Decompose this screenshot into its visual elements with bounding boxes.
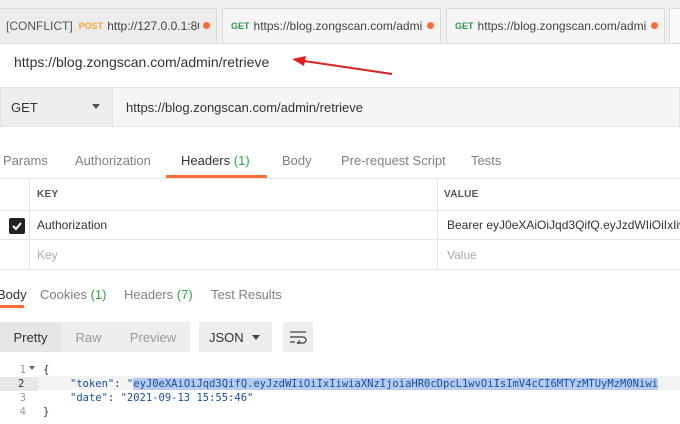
code-line-1: { [43, 364, 50, 376]
line-number-gutter: 1 2 3 4 [0, 362, 38, 424]
json-key-token: "token" [70, 378, 115, 390]
request-tab-4[interactable] [669, 8, 680, 42]
header-key-cell[interactable]: Authorization [37, 211, 107, 239]
tab-method-get: GET [455, 20, 474, 31]
unsaved-dot-icon [427, 22, 434, 29]
unsaved-dot-icon [651, 22, 658, 29]
request-name[interactable]: https://blog.zongscan.com/admin/retrieve [14, 54, 269, 70]
chevron-down-icon [92, 104, 100, 109]
response-tab-cookies-label: Cookies [40, 287, 87, 302]
line-number: 3 [19, 392, 26, 404]
response-tab-body[interactable]: Body [0, 287, 27, 302]
code-line-2: "token": "eyJ0eXAiOiJqd3QifQ.eyJzdWIiOiI… [70, 377, 658, 391]
response-tab-headers[interactable]: Headers (7) [124, 287, 193, 302]
tab-url: http://127.0.0.1:800 [107, 18, 199, 33]
headers-table: KEY VALUE Authorization Bearer eyJ0eXAiO… [0, 178, 680, 270]
request-tabs: Params Authorization Headers (1) Body Pr… [0, 145, 680, 178]
response-tabs: Body Cookies (1) Headers (7) Test Result… [0, 280, 680, 308]
raw-button[interactable]: Raw [61, 322, 116, 352]
method-dropdown-value: GET [11, 99, 38, 115]
wrap-lines-button[interactable] [283, 322, 313, 352]
request-url-input[interactable] [113, 87, 680, 127]
preview-button[interactable]: Preview [116, 322, 190, 352]
tab-method-get: GET [231, 20, 250, 31]
tab-url: https://blog.zongscan.com/admi [253, 18, 423, 33]
tab-method-post: POST [78, 20, 104, 31]
tab-authorization[interactable]: Authorization [75, 153, 151, 168]
response-tab-test-results[interactable]: Test Results [211, 287, 282, 302]
table-row: Authorization Bearer eyJ0eXAiOiJqd3QifQ.… [0, 211, 680, 240]
response-body-viewer[interactable]: 1 2 3 4 { "token": "eyJ0eXAiOiJqd3QifQ.e… [0, 362, 680, 424]
format-dropdown-value: JSON [209, 329, 244, 345]
response-tab-headers-label: Headers [124, 287, 174, 302]
response-tab-cookies-count: (1) [90, 287, 107, 302]
code-line-4: } [43, 406, 50, 418]
request-tab-conflict[interactable]: [CONFLICT] POST http://127.0.0.1:800 [0, 8, 217, 42]
tab-tests[interactable]: Tests [471, 153, 501, 168]
header-value-cell[interactable]: Bearer eyJ0eXAiOiJqd3QifQ.eyJzdWIiOiIxIi… [447, 211, 680, 239]
response-toolbar: Pretty Raw Preview JSON [0, 322, 680, 352]
fold-arrow-icon[interactable] [29, 366, 35, 370]
checkmark-icon [12, 222, 22, 231]
line-number: 2 [0, 377, 38, 391]
annotation-arrow-icon [292, 56, 393, 75]
tab-bar: [CONFLICT] POST http://127.0.0.1:800 GET… [0, 0, 680, 44]
tab-headers-label: Headers [181, 153, 231, 168]
column-value-header: VALUE [444, 189, 479, 200]
pretty-button[interactable]: Pretty [0, 322, 61, 352]
column-key-header: KEY [37, 189, 59, 200]
table-header-row: KEY VALUE [0, 179, 680, 211]
response-tab-headers-count: (7) [176, 287, 193, 302]
url-bar: GET [0, 87, 680, 127]
header-enabled-checkbox[interactable] [9, 218, 25, 234]
tab-params[interactable]: Params [3, 153, 48, 168]
format-dropdown[interactable]: JSON [199, 322, 272, 352]
active-response-tab-indicator [0, 305, 24, 308]
request-tab-3[interactable]: GET https://blog.zongscan.com/admi [446, 8, 665, 42]
request-tab-2[interactable]: GET https://blog.zongscan.com/admi [222, 8, 441, 42]
tab-prerequest-script[interactable]: Pre-request Script [341, 153, 446, 168]
table-row-empty: Key Value [0, 240, 680, 270]
tab-headers-count: (1) [233, 153, 250, 168]
response-tab-cookies[interactable]: Cookies (1) [40, 287, 106, 302]
wrap-text-icon [290, 331, 307, 344]
selected-token-value[interactable]: eyJ0eXAiOiJqd3QifQ.eyJzdWIiOiIxIiwiaXNzI… [133, 378, 658, 390]
conflict-label: [CONFLICT] [6, 18, 73, 33]
json-colon: : [114, 378, 127, 390]
line-number: 4 [19, 406, 26, 418]
tab-url: https://blog.zongscan.com/admi [477, 18, 647, 33]
new-key-input[interactable]: Key [37, 240, 58, 269]
code-line-3: "date": "2021-09-13 15:55:46" [70, 391, 253, 405]
json-colon: : [107, 392, 121, 404]
chevron-down-icon [252, 335, 260, 340]
tab-headers[interactable]: Headers (1) [181, 153, 250, 168]
unsaved-dot-icon [203, 22, 210, 29]
json-key-date: "date" [70, 392, 108, 404]
method-dropdown[interactable]: GET [0, 87, 113, 127]
new-value-input[interactable]: Value [447, 240, 477, 269]
json-date-value: "2021-09-13 15:55:46" [120, 392, 254, 404]
tab-body[interactable]: Body [282, 153, 312, 168]
line-number: 1 [19, 364, 26, 376]
